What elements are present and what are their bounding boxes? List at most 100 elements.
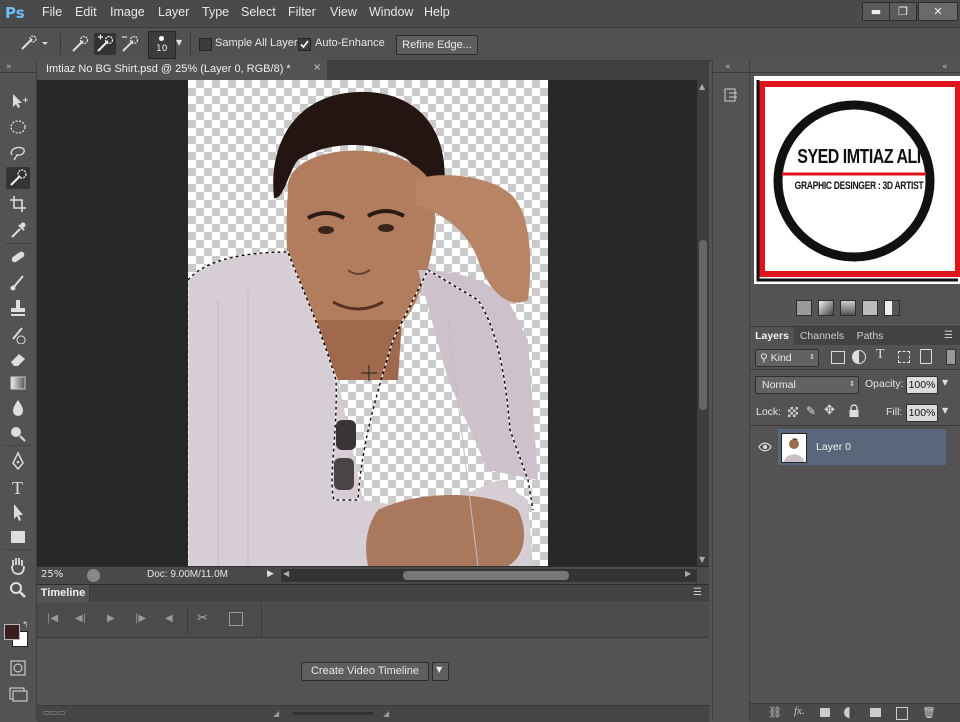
layer-style-fx-icon[interactable]: fx. <box>794 705 805 717</box>
first-frame-icon[interactable]: |◀ <box>47 613 58 624</box>
move-tool-icon[interactable] <box>6 90 30 112</box>
create-timeline-dropdown[interactable]: ▼ <box>432 662 449 681</box>
timeline-zoom-slider[interactable] <box>293 712 373 715</box>
vertical-scroll-thumb[interactable] <box>699 240 707 410</box>
add-mask-icon[interactable] <box>820 708 830 717</box>
subtract-from-selection-icon[interactable] <box>120 34 140 54</box>
next-frame-icon[interactable]: |▶ <box>135 613 146 624</box>
menu-file[interactable]: File <box>42 5 62 19</box>
menu-select[interactable]: Select <box>241 5 276 19</box>
menu-window[interactable]: Window <box>369 5 413 19</box>
status-info-icon[interactable] <box>87 569 100 582</box>
crop-tool-icon[interactable] <box>6 193 30 215</box>
menu-type[interactable]: Type <box>202 5 229 19</box>
layer-filter-kind-select[interactable]: ⚲ Kind ⇕ <box>755 349 819 367</box>
menu-edit[interactable]: Edit <box>75 5 97 19</box>
filter-pixel-icon[interactable] <box>831 351 845 364</box>
new-group-folder-icon[interactable] <box>870 708 881 717</box>
horizontal-scroll-thumb[interactable] <box>403 571 569 580</box>
quick-selection-preset-icon[interactable] <box>18 35 48 53</box>
opacity-slider-arrow-icon[interactable]: ▼ <box>942 378 948 387</box>
zoom-out-timeline-icon[interactable]: ◢ <box>273 709 279 718</box>
document-tab[interactable]: Imtiaz No BG Shirt.psd @ 25% (Layer 0, R… <box>37 60 327 80</box>
chevron-down-icon[interactable]: ▼ <box>176 38 182 47</box>
swap-colors-icon[interactable]: ↰ <box>22 620 29 629</box>
history-panel-icon[interactable] <box>722 86 740 104</box>
menu-filter[interactable]: Filter <box>288 5 316 19</box>
filter-toggle-switch[interactable] <box>946 349 956 365</box>
link-layers-icon[interactable]: ⛓ <box>768 706 782 719</box>
new-adjustment-layer-icon[interactable] <box>844 707 855 718</box>
path-selection-icon[interactable] <box>6 501 30 523</box>
type-tool-icon[interactable]: T <box>6 476 30 498</box>
quick-selection-tool-icon[interactable] <box>6 167 30 189</box>
black-white-adjust-icon[interactable] <box>884 300 900 316</box>
sample-all-layers-checkbox[interactable] <box>199 38 212 51</box>
blur-tool-icon[interactable] <box>6 397 30 419</box>
convert-frame-icon[interactable]: ▭▭▭ <box>43 708 66 717</box>
scroll-down-icon[interactable]: ▼ <box>699 555 705 564</box>
expand-panels-icon[interactable]: « <box>725 62 731 72</box>
panel-menu-icon[interactable]: ☰ <box>944 330 953 341</box>
blend-mode-select[interactable]: Normal ⇕ <box>755 376 859 394</box>
delete-layer-trash-icon[interactable]: 🗑 <box>922 706 936 719</box>
menu-image[interactable]: Image <box>110 5 145 19</box>
tab-channels[interactable]: Channels <box>796 327 848 345</box>
lock-position-move-icon[interactable]: ✥ <box>824 403 835 418</box>
transparent-canvas[interactable] <box>188 80 548 566</box>
history-brush-icon[interactable] <box>6 322 30 344</box>
curves-adjust-icon[interactable] <box>818 300 834 316</box>
layer-visibility-toggle[interactable] <box>750 429 777 465</box>
auto-enhance-checkbox[interactable] <box>298 38 311 51</box>
filter-smart-object-icon[interactable] <box>920 349 932 364</box>
clone-stamp-icon[interactable] <box>6 297 30 319</box>
eraser-tool-icon[interactable] <box>6 347 30 369</box>
menu-layer[interactable]: Layer <box>158 5 189 19</box>
vertical-scrollbar[interactable]: ▲ ▼ <box>697 80 709 566</box>
close-tab-icon[interactable]: × <box>313 62 321 73</box>
opacity-input[interactable]: 100% <box>906 376 938 394</box>
vibrance-adjust-icon[interactable] <box>862 300 878 316</box>
restore-icon[interactable]: ❐ <box>889 2 917 21</box>
layer-row[interactable]: Layer 0 <box>778 429 946 465</box>
eyedropper-tool-icon[interactable] <box>6 219 30 241</box>
rectangle-tool-icon[interactable] <box>6 526 30 548</box>
hand-tool-icon[interactable] <box>6 554 30 576</box>
previous-frame-icon[interactable]: ◀| <box>75 613 86 624</box>
dodge-tool-icon[interactable] <box>6 422 30 444</box>
timeline-tab[interactable]: Timeline <box>37 585 90 602</box>
menu-view[interactable]: View <box>330 5 357 19</box>
audio-icon[interactable]: ◀ <box>165 613 173 624</box>
split-scissors-icon[interactable]: ✂ <box>197 611 208 626</box>
lock-pixels-brush-icon[interactable]: ✎ <box>806 404 816 418</box>
pen-tool-icon[interactable] <box>6 450 30 472</box>
tab-paths[interactable]: Paths <box>850 327 890 345</box>
scroll-left-icon[interactable]: ◀ <box>283 569 289 578</box>
lasso-tool-icon[interactable] <box>6 142 30 164</box>
zoom-tool-icon[interactable] <box>6 579 30 601</box>
horizontal-scrollbar[interactable]: ◀ ▶ <box>281 569 697 582</box>
tab-layers[interactable]: Layers <box>750 327 794 345</box>
zoom-in-timeline-icon[interactable]: ◢ <box>383 709 389 718</box>
create-video-timeline-button[interactable]: Create Video Timeline <box>301 662 429 681</box>
add-to-selection-icon[interactable] <box>94 33 116 55</box>
fill-input[interactable]: 100% <box>906 404 938 422</box>
gradient-tool-icon[interactable] <box>6 372 30 394</box>
filter-shape-icon[interactable] <box>898 351 910 363</box>
menu-help[interactable]: Help <box>424 5 450 19</box>
filter-type-icon[interactable]: T <box>876 347 885 363</box>
brush-tool-icon[interactable] <box>6 271 30 293</box>
quick-mask-icon[interactable] <box>6 657 30 679</box>
rectangular-marquee-icon[interactable] <box>6 116 30 138</box>
foreground-color-swatch[interactable] <box>4 624 20 640</box>
fill-slider-arrow-icon[interactable]: ▼ <box>942 406 948 415</box>
exposure-adjust-icon[interactable] <box>840 300 856 316</box>
new-layer-icon[interactable] <box>896 707 908 720</box>
brush-size-picker[interactable]: 10 <box>148 31 176 59</box>
status-menu-arrow-icon[interactable]: ▶ <box>267 569 274 579</box>
screen-mode-icon[interactable] <box>6 683 30 705</box>
zoom-level[interactable]: 25% <box>41 569 63 580</box>
collapse-arrows-icon[interactable]: » <box>6 62 12 72</box>
scroll-right-icon[interactable]: ▶ <box>685 569 691 578</box>
play-icon[interactable]: ▶ <box>107 613 115 624</box>
